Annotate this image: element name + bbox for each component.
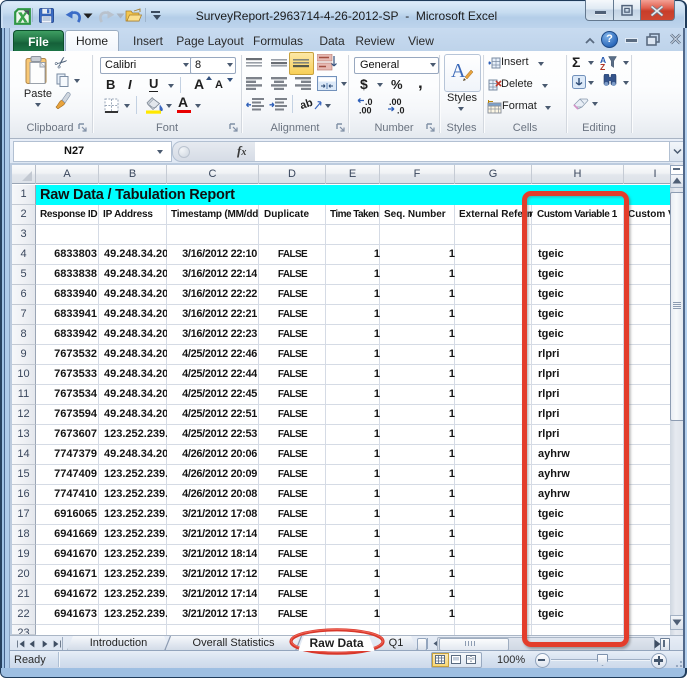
svg-text:.00: .00 [359, 106, 372, 115]
svg-text:ab: ab [301, 97, 315, 112]
svg-text:.0: .0 [397, 106, 405, 115]
svg-text:A: A [451, 60, 466, 82]
svg-text:Z: Z [600, 62, 605, 70]
